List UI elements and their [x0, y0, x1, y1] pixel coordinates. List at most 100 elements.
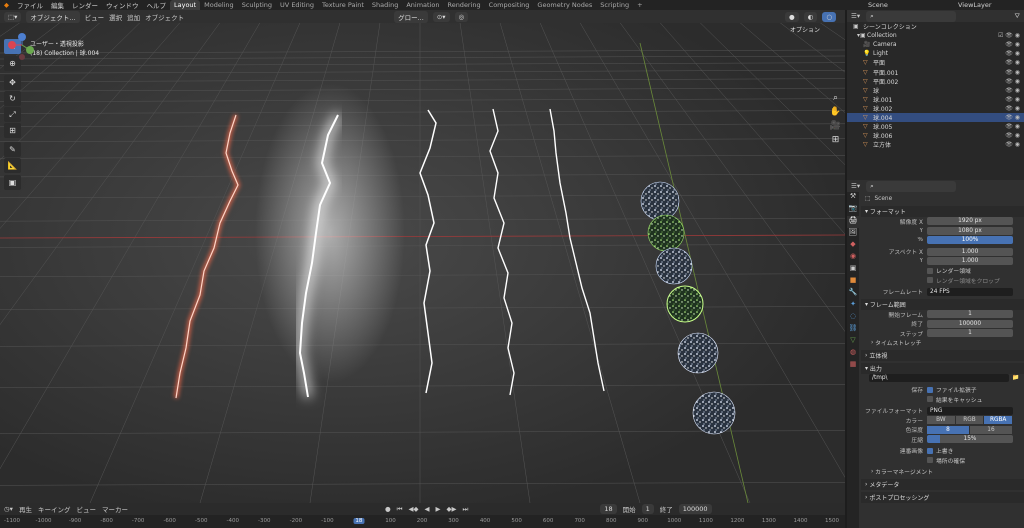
- tab-texture-paint[interactable]: Texture Paint: [318, 0, 368, 10]
- color-rgba-option[interactable]: RGBA: [984, 416, 1013, 425]
- aspect-y-field[interactable]: 1.000: [927, 257, 1013, 266]
- visibility-icon[interactable]: 👁 ◉: [1005, 96, 1024, 103]
- menu-window[interactable]: ウィンドウ: [102, 0, 143, 10]
- end-frame-field[interactable]: 100000: [678, 504, 712, 514]
- menu-edit[interactable]: 編集: [47, 0, 68, 10]
- tab-rendering[interactable]: Rendering: [443, 0, 484, 10]
- visibility-icon[interactable]: 👁 ◉: [1005, 50, 1024, 57]
- res-x-field[interactable]: 1920 px: [927, 217, 1013, 226]
- visibility-icon[interactable]: 👁 ◉: [1005, 59, 1024, 66]
- res-pct-field[interactable]: 100%: [927, 236, 1013, 245]
- color-rgb-option[interactable]: RGB: [955, 416, 984, 425]
- color-bw-option[interactable]: BW: [927, 416, 955, 425]
- shading-material-icon[interactable]: ◐: [803, 11, 818, 22]
- sphere-2[interactable]: [647, 214, 685, 252]
- file-ext-checkbox[interactable]: [927, 386, 933, 393]
- sphere-3[interactable]: [655, 247, 693, 285]
- annotate-tool-icon[interactable]: ✎: [4, 142, 21, 157]
- modifier-tab-icon[interactable]: 🔧: [847, 288, 859, 300]
- color-management-subpanel[interactable]: › カラーマネージメント: [861, 467, 1024, 477]
- prev-key-icon[interactable]: ◀◆: [408, 505, 418, 513]
- sphere-5[interactable]: [677, 332, 719, 374]
- outliner-item[interactable]: ▽ 球.005 👁 ◉: [847, 122, 1024, 131]
- properties-search-icon[interactable]: ⌕: [866, 180, 957, 192]
- view-menu[interactable]: ビュー: [76, 504, 96, 514]
- scene-tab-icon[interactable]: ◆: [847, 240, 859, 252]
- blender-logo-icon[interactable]: ◆: [0, 1, 13, 9]
- timeline-editor-icon[interactable]: ◷▾: [4, 505, 13, 513]
- outliner-editor-icon[interactable]: ☰▾: [851, 12, 860, 20]
- visibility-icon[interactable]: 👁 ◉: [1005, 114, 1024, 121]
- visibility-icon[interactable]: 👁 ◉: [1005, 132, 1024, 139]
- visibility-icon[interactable]: 👁 ◉: [1005, 87, 1024, 94]
- menu-file[interactable]: ファイル: [13, 0, 47, 10]
- play-reverse-icon[interactable]: ◀: [424, 505, 429, 513]
- tab-modeling[interactable]: Modeling: [200, 0, 238, 10]
- render-region-checkbox[interactable]: [927, 267, 933, 274]
- menu-object[interactable]: オブジェクト: [145, 12, 184, 22]
- visibility-icon[interactable]: 👁 ◉: [1005, 141, 1024, 148]
- measure-tool-icon[interactable]: 📐: [4, 158, 21, 173]
- visibility-icon[interactable]: 👁 ◉: [1005, 123, 1024, 130]
- data-tab-icon[interactable]: ▽: [847, 336, 859, 348]
- move-tool-icon[interactable]: ✥: [4, 75, 21, 90]
- aspect-x-field[interactable]: 1.000: [927, 247, 1013, 256]
- proportional-edit-icon[interactable]: ◎: [454, 11, 469, 22]
- depth-16-option[interactable]: 16: [970, 425, 1012, 434]
- outliner-item[interactable]: ▽ 平面.001 👁 ◉: [847, 67, 1024, 77]
- crop-region-checkbox[interactable]: [927, 277, 933, 284]
- outliner-item[interactable]: ▽ 立方体 👁 ◉: [847, 140, 1024, 149]
- physics-tab-icon[interactable]: ◌: [847, 312, 859, 324]
- navigation-gizmo[interactable]: [0, 23, 42, 67]
- camera-view-icon[interactable]: 🎥: [829, 121, 842, 133]
- jump-start-icon[interactable]: ⏮: [397, 505, 403, 514]
- timeline-ruler[interactable]: -1100 -1000 -900 -800 -700 -600 -500 -400 -300 -2…: [0, 515, 845, 528]
- scene-selector[interactable]: Scene: [864, 1, 954, 9]
- output-tab-icon[interactable]: 🖨: [847, 216, 859, 228]
- material-tab-icon[interactable]: ◍: [847, 348, 859, 360]
- current-frame-field[interactable]: 18: [600, 504, 617, 514]
- visibility-icon[interactable]: 👁 ◉: [1005, 69, 1024, 76]
- mode-dropdown[interactable]: オブジェクト...: [26, 10, 80, 23]
- record-icon[interactable]: ●: [385, 505, 391, 513]
- output-path-field[interactable]: /tmp\: [869, 374, 1009, 383]
- pan-hand-icon[interactable]: ✋: [829, 107, 842, 119]
- shading-solid-icon[interactable]: ●: [784, 11, 799, 22]
- scale-tool-icon[interactable]: ⤢: [4, 107, 21, 122]
- outliner-item[interactable]: ▽ 球.006 👁 ◉: [847, 131, 1024, 140]
- file-format-dropdown[interactable]: PNG: [927, 406, 1013, 415]
- stereo-section[interactable]: › 立体視: [861, 349, 1024, 361]
- frame-range-section[interactable]: ▾ フレーム範囲: [861, 298, 1024, 310]
- sphere-1[interactable]: [640, 181, 680, 221]
- frame-end-field[interactable]: 100000: [927, 319, 1013, 328]
- output-section[interactable]: ▾ 出力: [861, 362, 1024, 374]
- particles-tab-icon[interactable]: ✦: [847, 300, 859, 312]
- editor-type-icon[interactable]: ⬚▾: [4, 11, 22, 22]
- options-button[interactable]: オプション: [790, 25, 820, 34]
- render-tab-icon[interactable]: 📷: [847, 204, 859, 216]
- res-y-field[interactable]: 1080 px: [927, 226, 1013, 235]
- grid-view-icon[interactable]: ⊞: [829, 135, 842, 147]
- collection-tab-icon[interactable]: ▣: [847, 264, 859, 276]
- texture-tab-icon[interactable]: ▦: [847, 360, 859, 372]
- outliner-item[interactable]: ▽ 平面 👁 ◉: [847, 58, 1024, 67]
- collection-row[interactable]: ▾▣ Collection ☑ 👁 ◉: [847, 31, 1024, 40]
- outliner-item[interactable]: 🎥 Camera 👁 ◉: [847, 40, 1024, 49]
- frame-start-field[interactable]: 1: [927, 310, 1013, 319]
- filter-icon[interactable]: ⛛: [1015, 12, 1024, 21]
- add-workspace-button[interactable]: +: [633, 0, 646, 10]
- start-frame-field[interactable]: 1: [641, 504, 654, 514]
- outliner-item[interactable]: ▽ 球.002 👁 ◉: [847, 104, 1024, 113]
- world-tab-icon[interactable]: ◉: [847, 252, 859, 264]
- menu-view[interactable]: ビュー: [85, 12, 105, 22]
- outliner-search-icon[interactable]: ⌕: [866, 10, 957, 22]
- outliner-item[interactable]: ▽ 平面.002 👁 ◉: [847, 77, 1024, 86]
- constraints-tab-icon[interactable]: ⛓: [847, 324, 859, 336]
- menu-help[interactable]: ヘルプ: [143, 0, 171, 10]
- depth-8-option[interactable]: 8: [927, 425, 969, 434]
- properties-editor-icon[interactable]: ☰▾: [851, 182, 860, 190]
- visibility-icon[interactable]: 👁 ◉: [1005, 105, 1024, 112]
- tab-sculpting[interactable]: Sculpting: [238, 0, 276, 10]
- tool-tab-icon[interactable]: ⚒: [847, 192, 859, 204]
- menu-add[interactable]: 追加: [127, 12, 140, 22]
